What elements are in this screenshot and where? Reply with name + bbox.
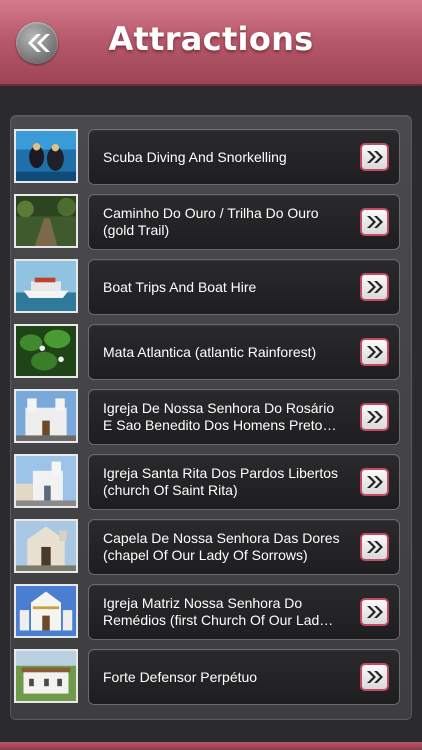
list-item-card[interactable]: Mata Atlantica (atlantic Rainforest): [88, 324, 400, 380]
open-button[interactable]: [360, 208, 389, 236]
open-button[interactable]: [360, 403, 389, 431]
boat-photo: [14, 259, 78, 313]
list-item-card[interactable]: Igreja Matriz Nossa Senhora Do Remédios …: [88, 584, 400, 640]
list-item[interactable]: Igreja Santa Rita Dos Pardos Libertos (c…: [14, 454, 400, 510]
list-item-card[interactable]: Forte Defensor Perpétuo: [88, 649, 400, 705]
chapel-dores-photo: [14, 519, 78, 573]
list-item[interactable]: Boat Trips And Boat Hire: [14, 259, 400, 315]
double-chevron-right-icon: [366, 151, 383, 163]
list-item-label: Forte Defensor Perpétuo: [103, 668, 258, 685]
open-button[interactable]: [360, 143, 389, 171]
double-chevron-right-icon: [366, 411, 383, 423]
list-item[interactable]: Mata Atlantica (atlantic Rainforest): [14, 324, 400, 380]
list-item[interactable]: Forte Defensor Perpétuo: [14, 649, 400, 705]
double-chevron-right-icon: [366, 671, 383, 683]
list-item-card[interactable]: Boat Trips And Boat Hire: [88, 259, 400, 315]
fort-photo: [14, 649, 78, 703]
list-item[interactable]: Capela De Nossa Senhora Das Dores (chape…: [14, 519, 400, 575]
divers-photo: [14, 129, 78, 183]
list-item-label: Scuba Diving And Snorkelling: [103, 148, 287, 165]
double-chevron-right-icon: [366, 281, 383, 293]
open-button[interactable]: [360, 663, 389, 691]
list-item-label: Mata Atlantica (atlantic Rainforest): [103, 343, 317, 360]
bottom-bar: [0, 742, 422, 750]
list-item[interactable]: Scuba Diving And Snorkelling: [14, 129, 400, 185]
list-item-label: Igreja Santa Rita Dos Pardos Libertos (c…: [103, 465, 339, 498]
list-item-card[interactable]: Scuba Diving And Snorkelling: [88, 129, 400, 185]
double-chevron-right-icon: [366, 606, 383, 618]
church-santa-rita-photo: [14, 454, 78, 508]
header-bar: Attractions: [0, 0, 422, 86]
list-item-label: Caminho Do Ouro / Trilha Do Ouro (gold T…: [103, 205, 319, 238]
forest-trail-photo: [14, 194, 78, 248]
rainforest-leaves-photo: [14, 324, 78, 378]
double-chevron-right-icon: [366, 476, 383, 488]
list-item-card[interactable]: Igreja Santa Rita Dos Pardos Libertos (c…: [88, 454, 400, 510]
church-remedios-photo: [14, 584, 78, 638]
double-chevron-right-icon: [366, 541, 383, 553]
list-item-label: Capela De Nossa Senhora Das Dores (chape…: [103, 530, 340, 563]
page-title: Attractions: [108, 20, 314, 58]
open-button[interactable]: [360, 273, 389, 301]
list-item-card[interactable]: Capela De Nossa Senhora Das Dores (chape…: [88, 519, 400, 575]
open-button[interactable]: [360, 468, 389, 496]
list-item-label: Igreja De Nossa Senhora Do Rosário E Sao…: [103, 400, 337, 433]
list-item[interactable]: Igreja Matriz Nossa Senhora Do Remédios …: [14, 584, 400, 640]
double-chevron-right-icon: [366, 216, 383, 228]
list-item[interactable]: Igreja De Nossa Senhora Do Rosário E Sao…: [14, 389, 400, 445]
list-item-card[interactable]: Caminho Do Ouro / Trilha Do Ouro (gold T…: [88, 194, 400, 250]
open-button[interactable]: [360, 598, 389, 626]
list-item[interactable]: Caminho Do Ouro / Trilha Do Ouro (gold T…: [14, 194, 400, 250]
open-button[interactable]: [360, 533, 389, 561]
list-item-label: Igreja Matriz Nossa Senhora Do Remédios …: [103, 595, 334, 628]
double-chevron-right-icon: [366, 346, 383, 358]
list-item-card[interactable]: Igreja De Nossa Senhora Do Rosário E Sao…: [88, 389, 400, 445]
church-rosario-photo: [14, 389, 78, 443]
open-button[interactable]: [360, 338, 389, 366]
list-item-label: Boat Trips And Boat Hire: [103, 278, 257, 295]
